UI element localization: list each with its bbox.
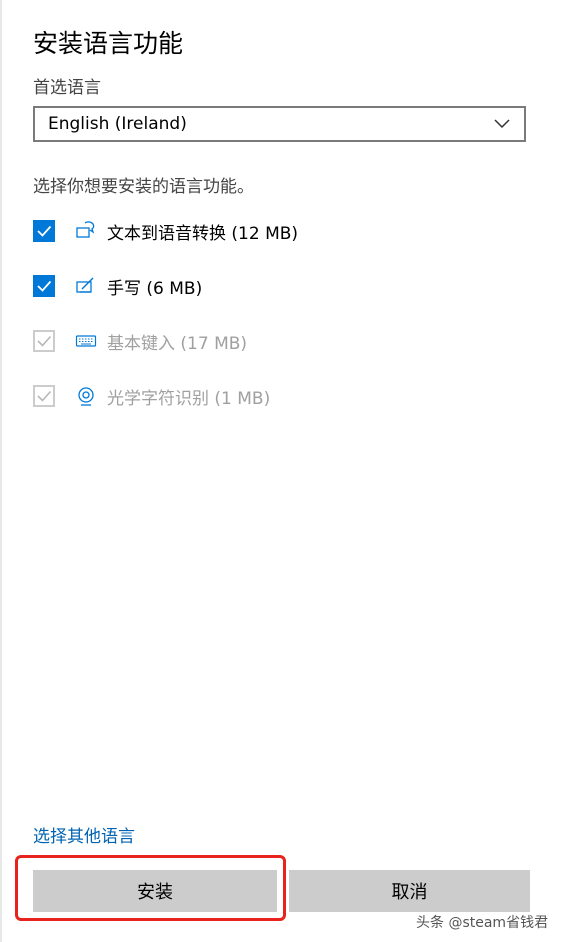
- handwriting-icon: [75, 275, 97, 297]
- keyboard-icon: [75, 330, 97, 352]
- feature-instruction: 选择你想要安装的语言功能。: [33, 177, 254, 197]
- feature-label: 文本到语音转换 (12 MB): [107, 223, 299, 244]
- language-select[interactable]: English (Ireland): [33, 106, 526, 142]
- feature-checkbox[interactable]: [33, 220, 55, 242]
- feature-checkbox: [33, 385, 55, 407]
- feature-item-basic-typing: 基本键入 (17 MB): [33, 327, 247, 355]
- preferred-language-label: 首选语言: [33, 78, 101, 98]
- feature-item-ocr: 光学字符识别 (1 MB): [33, 382, 270, 410]
- watermark: 头条 @steam省钱君: [416, 915, 549, 931]
- feature-checkbox: [33, 330, 55, 352]
- window-edge: [0, 0, 2, 942]
- chevron-down-icon: [490, 112, 514, 136]
- speech-icon: [75, 220, 97, 242]
- ocr-icon: [75, 385, 97, 407]
- feature-label: 基本键入 (17 MB): [107, 333, 248, 354]
- feature-item-handwriting[interactable]: 手写 (6 MB): [33, 272, 202, 300]
- cancel-button[interactable]: 取消: [289, 870, 530, 912]
- install-button[interactable]: 安装: [33, 870, 277, 912]
- feature-label: 光学字符识别 (1 MB): [107, 388, 271, 409]
- feature-checkbox[interactable]: [33, 275, 55, 297]
- language-select-value: English (Ireland): [48, 114, 187, 134]
- choose-other-language-link[interactable]: 选择其他语言: [33, 822, 135, 847]
- feature-label: 手写 (6 MB): [107, 278, 203, 299]
- dialog-title: 安装语言功能: [33, 29, 184, 58]
- feature-item-text-to-speech[interactable]: 文本到语音转换 (12 MB): [33, 217, 298, 245]
